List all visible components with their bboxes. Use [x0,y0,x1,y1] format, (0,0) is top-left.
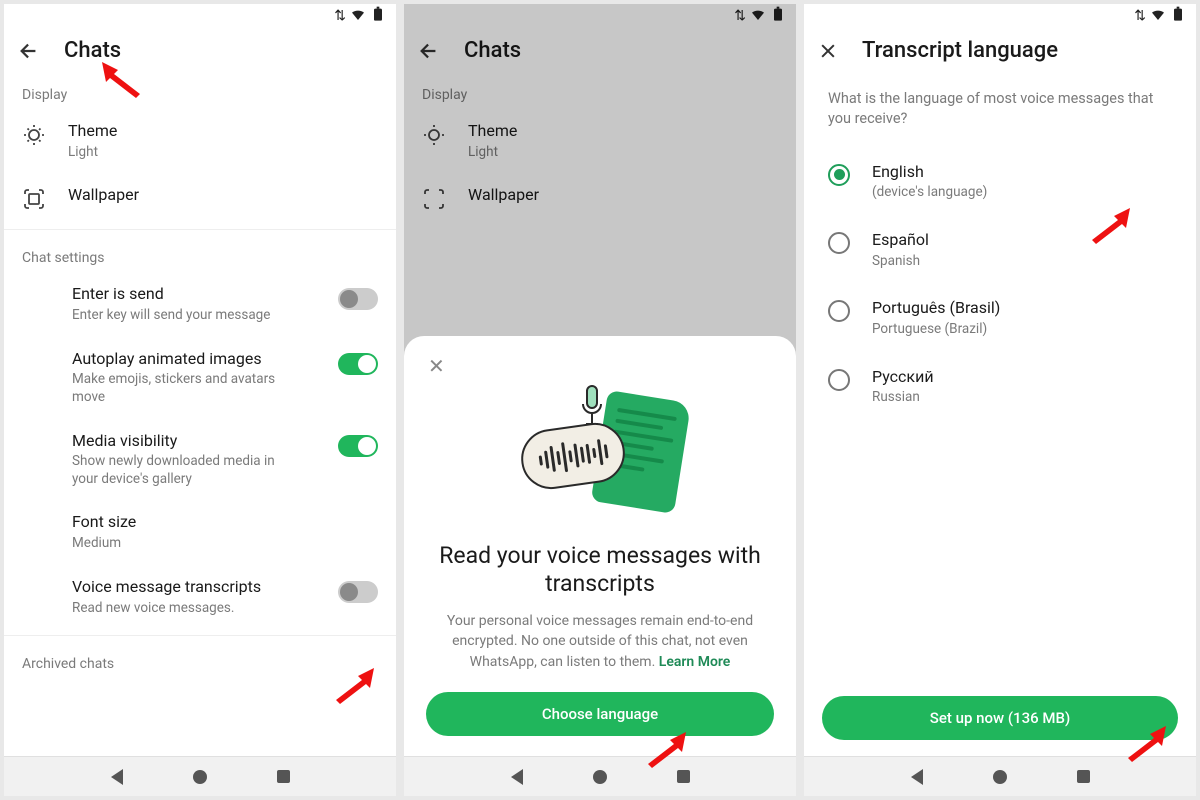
choose-language-button[interactable]: Choose language [426,692,774,736]
language-sublabel: Russian [872,389,1172,407]
page-title: Transcript language [862,38,1058,63]
media-visibility-title: Media visibility [72,431,316,452]
battery-icon [370,6,386,26]
screen-transcript-sheet: ⇅ Chats Display Theme Light Wallpaper ✕ [404,4,796,796]
header: Transcript language [804,28,1196,73]
language-sublabel: Portuguese (Brazil) [872,321,1172,339]
transcript-bottom-sheet: ✕ Read your voice messages with transcri… [404,336,796,756]
wifi-icon [1150,6,1166,26]
language-label: Español [872,230,1172,251]
close-icon[interactable] [818,41,838,61]
language-label: Português (Brasil) [872,298,1172,319]
page-title: Chats [64,38,121,63]
section-display-label: Display [4,73,396,109]
divider [4,635,396,636]
battery-icon [1170,6,1186,26]
radio-icon[interactable] [828,300,850,322]
autoplay-toggle[interactable] [338,353,378,375]
radio-icon[interactable] [828,164,850,186]
back-icon[interactable] [18,40,40,62]
language-label: English [872,162,1172,183]
data-icon: ⇅ [1134,8,1146,24]
language-option[interactable]: Português (Brasil) Portuguese (Brazil) [804,284,1196,352]
enter-is-send-row[interactable]: Enter is send Enter key will send your m… [4,272,396,336]
autoplay-sub: Make emojis, stickers and avatars move [72,371,302,406]
nav-recent-icon[interactable] [1077,770,1090,783]
radio-icon[interactable] [828,232,850,254]
enter-is-send-toggle[interactable] [338,288,378,310]
radio-icon[interactable] [828,369,850,391]
status-bar: ⇅ [4,4,396,28]
language-label: Русский [872,367,1172,388]
language-prompt: What is the language of most voice messa… [804,73,1196,148]
language-option[interactable]: Español Spanish [804,216,1196,284]
transcript-illustration [515,382,685,522]
wallpaper-title: Wallpaper [68,185,378,206]
voice-transcripts-toggle[interactable] [338,581,378,603]
wifi-icon [350,6,366,26]
autoplay-row[interactable]: Autoplay animated images Make emojis, st… [4,337,396,419]
autoplay-title: Autoplay animated images [72,349,316,370]
android-nav-bar [4,756,396,796]
learn-more-link[interactable]: Learn More [659,654,731,670]
media-visibility-sub: Show newly downloaded media in your devi… [72,453,302,488]
language-sublabel: (device's language) [872,184,1172,202]
wallpaper-icon [22,187,46,211]
nav-back-icon[interactable] [911,769,923,785]
wallpaper-row[interactable]: Wallpaper [4,173,396,223]
divider [4,229,396,230]
status-bar: ⇅ [804,4,1196,28]
android-nav-bar [804,756,1196,796]
language-sublabel: Spanish [872,253,1172,271]
nav-home-icon[interactable] [993,770,1007,784]
nav-recent-icon[interactable] [677,770,690,783]
sheet-headline: Read your voice messages with transcript… [426,542,774,600]
voice-transcripts-row[interactable]: Voice message transcripts Read new voice… [4,565,396,629]
header: Chats [4,28,396,73]
nav-back-icon[interactable] [111,769,123,785]
section-archived-label: Archived chats [4,642,396,678]
screen-chats-settings: ⇅ Chats Display Theme Light Wallpaper C [4,4,396,796]
voice-transcripts-title: Voice message transcripts [72,577,316,598]
font-size-row[interactable]: Font size Medium [4,500,396,564]
media-visibility-toggle[interactable] [338,435,378,457]
font-size-title: Font size [72,512,378,533]
nav-back-icon[interactable] [511,769,523,785]
enter-is-send-sub: Enter key will send your message [72,307,316,325]
theme-value: Light [68,144,378,162]
voice-transcripts-sub: Read new voice messages. [72,600,316,618]
theme-icon [22,123,46,147]
data-icon: ⇅ [334,8,346,24]
nav-home-icon[interactable] [193,770,207,784]
media-visibility-row[interactable]: Media visibility Show newly downloaded m… [4,419,396,501]
nav-home-icon[interactable] [593,770,607,784]
screen-transcript-language: ⇅ Transcript language What is the langua… [804,4,1196,796]
theme-row[interactable]: Theme Light [4,109,396,173]
language-option[interactable]: РусскийRussian [804,353,1196,421]
enter-is-send-title: Enter is send [72,284,316,305]
theme-title: Theme [68,121,378,142]
section-chat-settings-label: Chat settings [4,236,396,272]
android-nav-bar [404,756,796,796]
sheet-description: Your personal voice messages remain end-… [426,611,774,672]
nav-recent-icon[interactable] [277,770,290,783]
language-options-list: English(device's language) Español Spanish… [804,148,1196,421]
setup-now-button[interactable]: Set up now (136 MB) [822,696,1178,740]
close-icon[interactable]: ✕ [426,354,447,378]
font-size-value: Medium [72,535,378,553]
language-option[interactable]: English(device's language) [804,148,1196,216]
